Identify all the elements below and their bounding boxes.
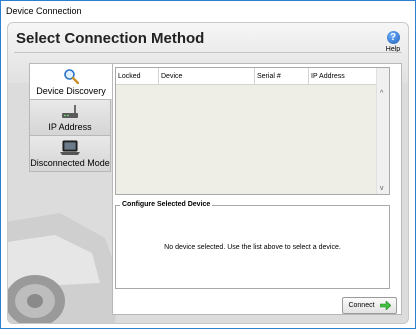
arrow-right-icon <box>379 301 391 310</box>
nav-item-disconnected-mode[interactable]: Disconnected Mode <box>29 135 111 172</box>
laptop-icon <box>60 140 80 155</box>
help-icon: ? <box>386 31 400 44</box>
connection-method-nav: Device Discovery IP Address Disconnected… <box>29 63 112 313</box>
scroll-down-icon[interactable]: v <box>380 185 384 192</box>
configure-group-legend: Configure Selected Device <box>120 201 213 208</box>
scroll-up-icon[interactable]: ^ <box>380 90 383 97</box>
title-bar: Device Connection <box>1 1 415 21</box>
column-header-device[interactable]: Device <box>159 68 255 84</box>
configure-selected-device-group: Configure Selected Device No device sele… <box>115 201 390 289</box>
device-discovery-panel: Locked Device Serial # IP Address ^ v Co… <box>112 63 402 315</box>
wireless-router-icon <box>62 105 78 118</box>
window-title: Device Connection <box>6 6 82 16</box>
column-header-locked[interactable]: Locked <box>116 68 159 84</box>
nav-item-label: Disconnected Mode <box>30 158 110 168</box>
header-divider <box>14 52 402 53</box>
device-list[interactable]: Locked Device Serial # IP Address ^ v <box>115 67 390 195</box>
nav-item-label: Device Discovery <box>36 86 106 96</box>
magnifier-icon <box>64 69 79 84</box>
column-header-ip-address[interactable]: IP Address <box>309 68 375 84</box>
no-device-message: No device selected. Use the list above t… <box>164 244 341 251</box>
help-button[interactable]: ? Help <box>382 31 404 53</box>
nav-item-label: IP Address <box>48 122 92 132</box>
dialog-body: Select Connection Method ? Help Device D… <box>7 22 409 324</box>
device-list-scrollbar[interactable]: ^ v <box>376 68 389 194</box>
connect-button-label: Connect <box>348 302 375 309</box>
nav-item-device-discovery[interactable]: Device Discovery <box>29 63 112 99</box>
device-list-header: Locked Device Serial # IP Address <box>116 68 376 85</box>
page-title: Select Connection Method <box>16 30 205 47</box>
column-header-serial[interactable]: Serial # <box>255 68 309 84</box>
device-connection-window: Device Connection Select Connection Meth… <box>0 0 416 329</box>
nav-item-ip-address[interactable]: IP Address <box>29 99 111 135</box>
connect-button[interactable]: Connect <box>342 297 397 314</box>
